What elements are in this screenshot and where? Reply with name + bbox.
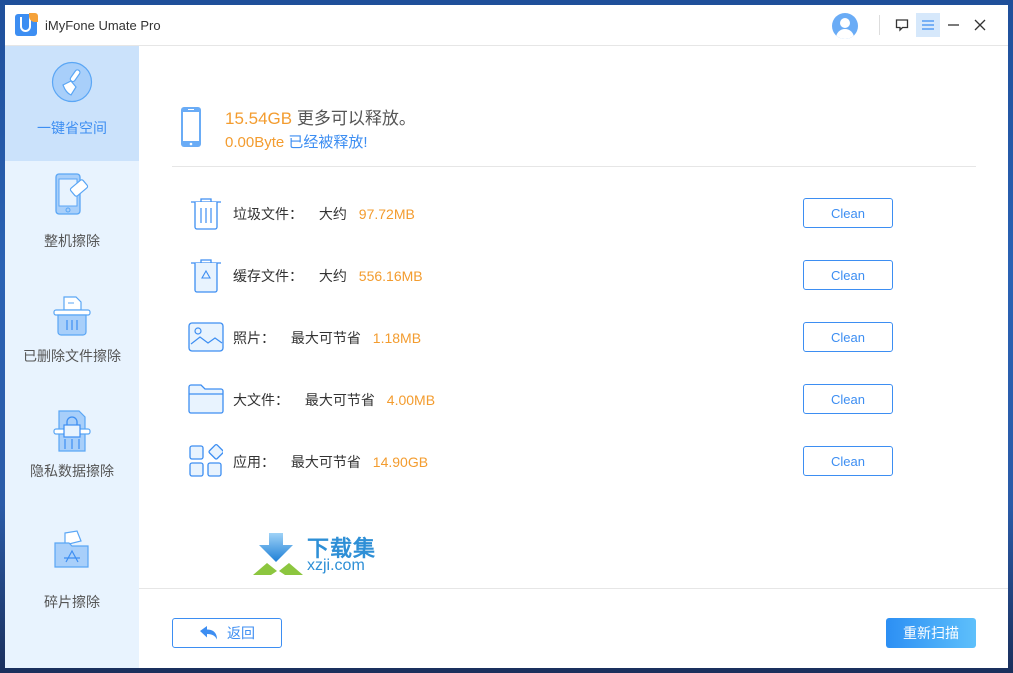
freeable-summary: 15.54GB 更多可以释放。 — [225, 104, 416, 129]
back-arrow-icon — [200, 626, 217, 640]
fragment-folder-icon — [54, 530, 89, 568]
category-size: 556.16MB — [358, 268, 423, 284]
photo-icon — [188, 322, 224, 352]
category-row-photos: 照片： 最大可节省 1.18MB Clean — [187, 320, 947, 354]
freed-amount: 0.00Byte — [225, 134, 285, 151]
category-name: 照片： — [233, 330, 275, 346]
title-bar: iMyFone Umate Pro — [5, 5, 1008, 46]
recycle-bin-icon — [191, 259, 221, 293]
feedback-button[interactable] — [890, 13, 914, 37]
sidebar-item-label: 已删除文件擦除 — [23, 348, 121, 364]
back-button[interactable]: 返回 — [172, 618, 282, 648]
sidebar-item-private-data-erase[interactable]: 隐私数据擦除 — [5, 401, 139, 516]
back-label: 返回 — [227, 625, 255, 641]
clean-photos-button[interactable]: Clean — [803, 322, 893, 352]
phone-eraser-icon — [55, 173, 89, 215]
rescan-button[interactable]: 重新扫描 — [886, 618, 976, 648]
clean-large-files-button[interactable]: Clean — [803, 384, 893, 414]
folder-icon — [188, 384, 224, 414]
category-qualifier: 最大可节省 — [290, 454, 361, 470]
watermark-domain: xzji.com — [307, 557, 365, 574]
clean-cache-files-button[interactable]: Clean — [803, 260, 893, 290]
sidebar: 一键省空间 整机擦除 已删除文件擦除 隐私数据擦除 碎片擦除 — [5, 46, 139, 668]
sidebar-item-label: 整机擦除 — [44, 233, 100, 249]
watermark: 下载集 xzji.com — [251, 531, 391, 579]
freed-text: 已经被释放! — [288, 134, 368, 151]
sidebar-item-label: 碎片擦除 — [44, 594, 100, 610]
menu-button[interactable] — [916, 13, 940, 37]
category-name: 垃圾文件： — [233, 206, 303, 222]
sidebar-item-deleted-files-erase[interactable]: 已删除文件擦除 — [5, 286, 139, 401]
trash-icon — [191, 198, 221, 230]
minimize-button[interactable] — [942, 13, 966, 37]
footer-divider — [139, 588, 1008, 589]
divider — [172, 166, 976, 167]
app-window: iMyFone Umate Pro 一键省空间 整机擦除 已删除文件擦除 隐私数… — [5, 5, 1008, 668]
category-name: 应用： — [233, 454, 275, 470]
account-icon[interactable] — [832, 13, 858, 39]
titlebar-divider — [879, 15, 880, 35]
download-arrow-logo-icon — [253, 533, 303, 575]
close-button[interactable] — [968, 13, 992, 37]
deleted-file-shredder-icon — [53, 296, 91, 336]
app-title: iMyFone Umate Pro — [45, 18, 161, 33]
category-row-junk-files: 垃圾文件： 大约 97.72MB Clean — [187, 196, 947, 230]
feedback-icon — [895, 19, 909, 32]
category-qualifier: 大约 — [318, 268, 347, 284]
sidebar-item-full-erase[interactable]: 整机擦除 — [5, 161, 139, 276]
menu-icon — [922, 20, 934, 30]
private-data-shredder-icon — [53, 410, 91, 452]
app-logo-icon — [15, 13, 38, 36]
category-size: 97.72MB — [358, 206, 415, 222]
category-size: 4.00MB — [386, 392, 436, 408]
category-row-apps: 应用： 最大可节省 14.90GB Clean — [187, 444, 947, 478]
category-qualifier: 最大可节省 — [290, 330, 361, 346]
category-row-cache-files: 缓存文件： 大约 556.16MB Clean — [187, 258, 947, 293]
category-name: 大文件： — [233, 392, 289, 408]
sidebar-item-label: 一键省空间 — [37, 120, 107, 136]
category-qualifier: 大约 — [318, 206, 347, 222]
category-row-large-files: 大文件： 最大可节省 4.00MB Clean — [187, 382, 947, 416]
apps-icon — [189, 444, 223, 477]
broom-icon — [51, 61, 93, 103]
clean-junk-files-button[interactable]: Clean — [803, 198, 893, 228]
sidebar-item-fragment-erase[interactable]: 碎片擦除 — [5, 516, 139, 631]
freeable-amount: 15.54GB — [225, 109, 293, 128]
category-size: 1.18MB — [372, 330, 422, 346]
clean-apps-button[interactable]: Clean — [803, 446, 893, 476]
phone-icon — [181, 107, 201, 147]
sidebar-item-label: 隐私数据擦除 — [30, 463, 114, 479]
category-size: 14.90GB — [372, 454, 429, 470]
main-panel: 15.54GB 更多可以释放。 0.00Byte 已经被释放! 垃圾文件： 大约… — [139, 46, 1008, 668]
category-name: 缓存文件： — [233, 268, 303, 284]
category-qualifier: 最大可节省 — [304, 392, 375, 408]
freed-summary: 0.00Byte 已经被释放! — [225, 131, 368, 152]
close-icon — [974, 19, 986, 31]
minimize-icon — [948, 24, 959, 26]
freeable-text: 更多可以释放。 — [296, 109, 416, 128]
sidebar-item-free-up-space[interactable]: 一键省空间 — [5, 46, 139, 161]
